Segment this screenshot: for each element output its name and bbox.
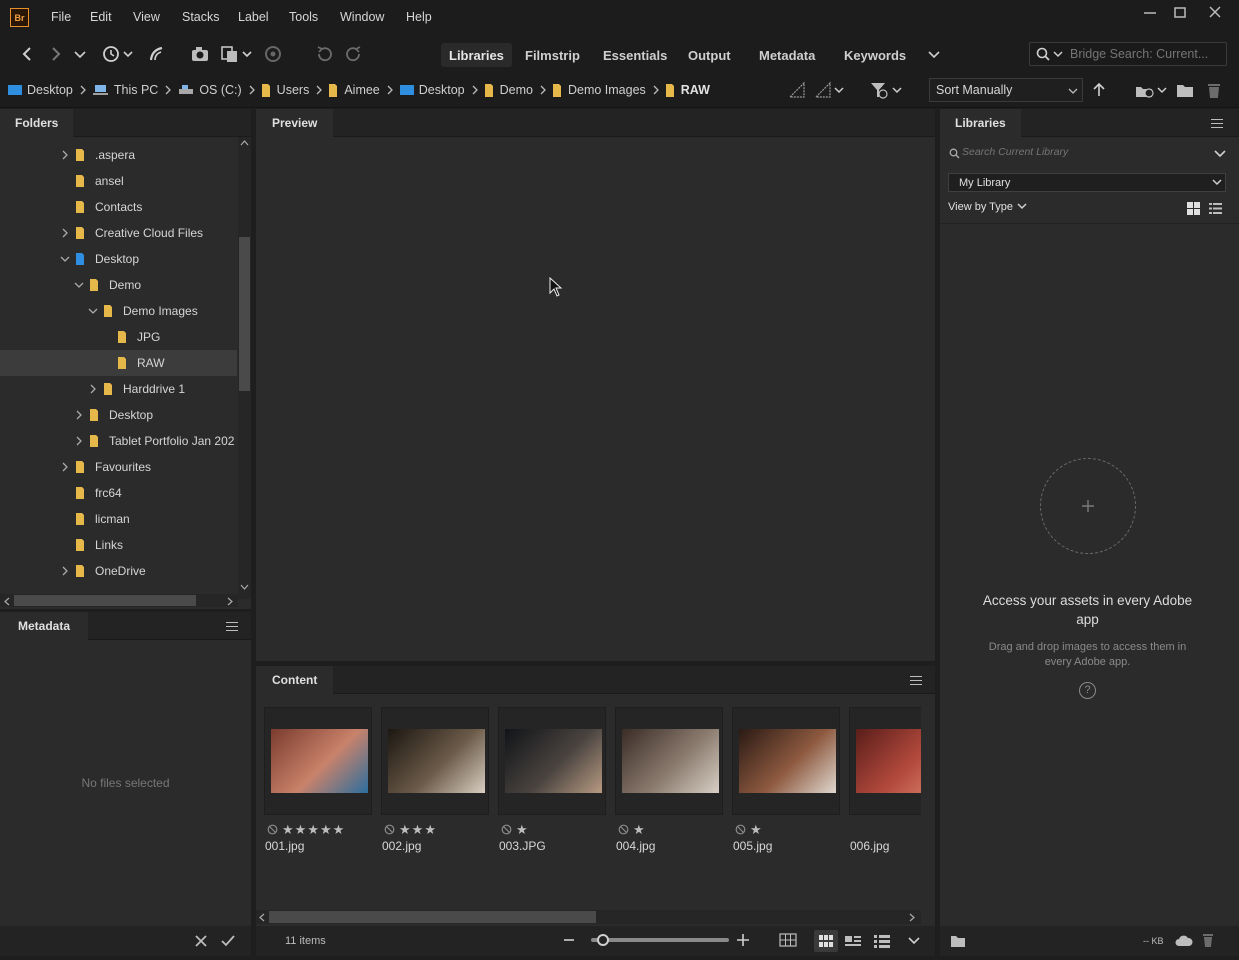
view-thumbnails-button[interactable] — [814, 930, 838, 952]
star-rating[interactable]: ★ — [735, 822, 763, 836]
thumbnail-card[interactable] — [264, 707, 372, 815]
plus-icon — [1082, 500, 1094, 512]
help-icon[interactable]: ? — [1079, 682, 1096, 699]
library-size: -- KB — [1143, 936, 1164, 946]
library-folder-icon[interactable] — [950, 934, 966, 948]
library-delete-icon[interactable] — [1202, 933, 1214, 948]
star-icon[interactable]: ★ — [412, 823, 424, 836]
star-icon[interactable]: ★ — [399, 823, 411, 836]
reject-icon[interactable] — [501, 824, 512, 835]
libraries-panel-menu-icon[interactable] — [1211, 119, 1223, 129]
libraries-panel: Libraries My Library View by Type Access… — [940, 109, 1239, 926]
view-by-type-dropdown[interactable]: View by Type — [948, 201, 1027, 213]
library-list-view-icon[interactable] — [1209, 202, 1222, 215]
thumbnail-card[interactable] — [849, 707, 921, 815]
star-icon[interactable]: ★ — [333, 823, 345, 836]
star-icon[interactable]: ★ — [633, 823, 645, 836]
add-asset-button[interactable] — [1040, 458, 1136, 554]
thumbnail-filename: 002.jpg — [382, 839, 422, 853]
chevron-down-icon — [1212, 179, 1222, 186]
thumbnail-image — [739, 729, 836, 793]
thumbnail-filename: 004.jpg — [616, 839, 656, 853]
maximize-button[interactable] — [1169, 4, 1191, 22]
thumbnail-image — [622, 729, 719, 793]
view-options-chevron-icon[interactable] — [907, 934, 921, 948]
slider-thumb[interactable] — [597, 934, 609, 946]
new-folder-icon[interactable] — [1176, 81, 1194, 99]
star-icon[interactable]: ★ — [424, 823, 436, 836]
item-count: 11 items — [285, 935, 326, 947]
thumbnail-card[interactable] — [732, 707, 840, 815]
zoom-in-icon[interactable] — [736, 933, 750, 947]
libraries-footer: -- KB — [940, 926, 1239, 956]
view-by-label: View by Type — [948, 201, 1014, 213]
star-icon[interactable]: ★ — [320, 823, 332, 836]
thumbnail-filename: 006.jpg — [850, 839, 890, 853]
star-rating[interactable]: ★ ★ ★ ★ ★ — [267, 822, 345, 836]
star-icon[interactable]: ★ — [750, 823, 762, 836]
reject-icon[interactable] — [384, 824, 395, 835]
library-search-box[interactable] — [948, 144, 1228, 164]
delete-trash-icon[interactable] — [1206, 81, 1222, 99]
open-recent-file-icon[interactable] — [1134, 81, 1168, 99]
libraries-empty-title: Access your assets in every Adobe app — [982, 593, 1193, 627]
chevron-down-icon — [1017, 203, 1027, 210]
chevron-down-icon[interactable] — [1214, 149, 1226, 159]
star-icon[interactable]: ★ — [516, 823, 528, 836]
thumbnail-card[interactable] — [498, 707, 606, 815]
thumbnail-image — [388, 729, 485, 793]
thumbnail-filename: 003.JPG — [499, 839, 546, 853]
thumbnail-card[interactable] — [381, 707, 489, 815]
thumbnail-image — [505, 729, 602, 793]
sort-dropdown[interactable]: Sort Manually — [929, 78, 1083, 102]
thumbnail-card[interactable] — [615, 707, 723, 815]
reject-icon[interactable] — [267, 824, 278, 835]
library-select-value: My Library — [959, 177, 1011, 189]
star-icon[interactable]: ★ — [307, 823, 319, 836]
star-rating[interactable]: ★ — [618, 822, 646, 836]
thumbnail-filename: 001.jpg — [265, 839, 305, 853]
sort-ascending-icon[interactable] — [1091, 81, 1107, 99]
zoom-out-icon[interactable] — [562, 933, 576, 947]
view-list-icon[interactable] — [873, 934, 891, 948]
more-workspaces-chevron-icon[interactable] — [924, 44, 944, 64]
search-icon — [949, 148, 960, 159]
star-rating[interactable]: ★ ★ ★ — [384, 822, 437, 836]
search-icon — [1036, 47, 1063, 61]
lock-grid-icon[interactable] — [779, 933, 797, 947]
tab-libraries[interactable]: Libraries — [940, 109, 1021, 137]
star-icon[interactable]: ★ — [295, 823, 307, 836]
thumbnail-image — [856, 729, 921, 793]
close-window-button[interactable] — [1204, 4, 1226, 22]
content-footer: 11 items — [256, 926, 935, 956]
library-grid-view-icon[interactable] — [1187, 202, 1200, 215]
divider — [940, 223, 1239, 224]
library-select[interactable]: My Library — [948, 173, 1226, 192]
search-input[interactable] — [1070, 47, 1220, 61]
libraries-empty-description: Drag and drop images to access them in e… — [988, 641, 1187, 668]
sync-cloud-icon[interactable] — [1175, 934, 1193, 948]
thumbnail-image — [271, 729, 368, 793]
view-details-icon[interactable] — [844, 934, 862, 948]
reject-icon[interactable] — [735, 824, 746, 835]
star-rating[interactable]: ★ — [501, 822, 529, 836]
minimize-button[interactable] — [1139, 4, 1161, 22]
thumbnail-grid: ★ ★ ★ ★ ★ 001.jpg ★ ★ ★ 002.jpg ★ 003.JPG ★ 004.jpg ★ 0… — [0, 0, 921, 960]
grid-view-icon — [819, 935, 833, 947]
bridge-search-box[interactable] — [1029, 42, 1227, 66]
sort-value: Sort Manually — [936, 83, 1013, 97]
star-icon[interactable]: ★ — [282, 823, 294, 836]
library-search-input[interactable] — [962, 146, 1202, 158]
reject-icon[interactable] — [618, 824, 629, 835]
thumbnail-size-slider[interactable] — [591, 932, 729, 948]
chevron-down-icon — [1068, 88, 1078, 94]
thumbnail-filename: 005.jpg — [733, 839, 773, 853]
